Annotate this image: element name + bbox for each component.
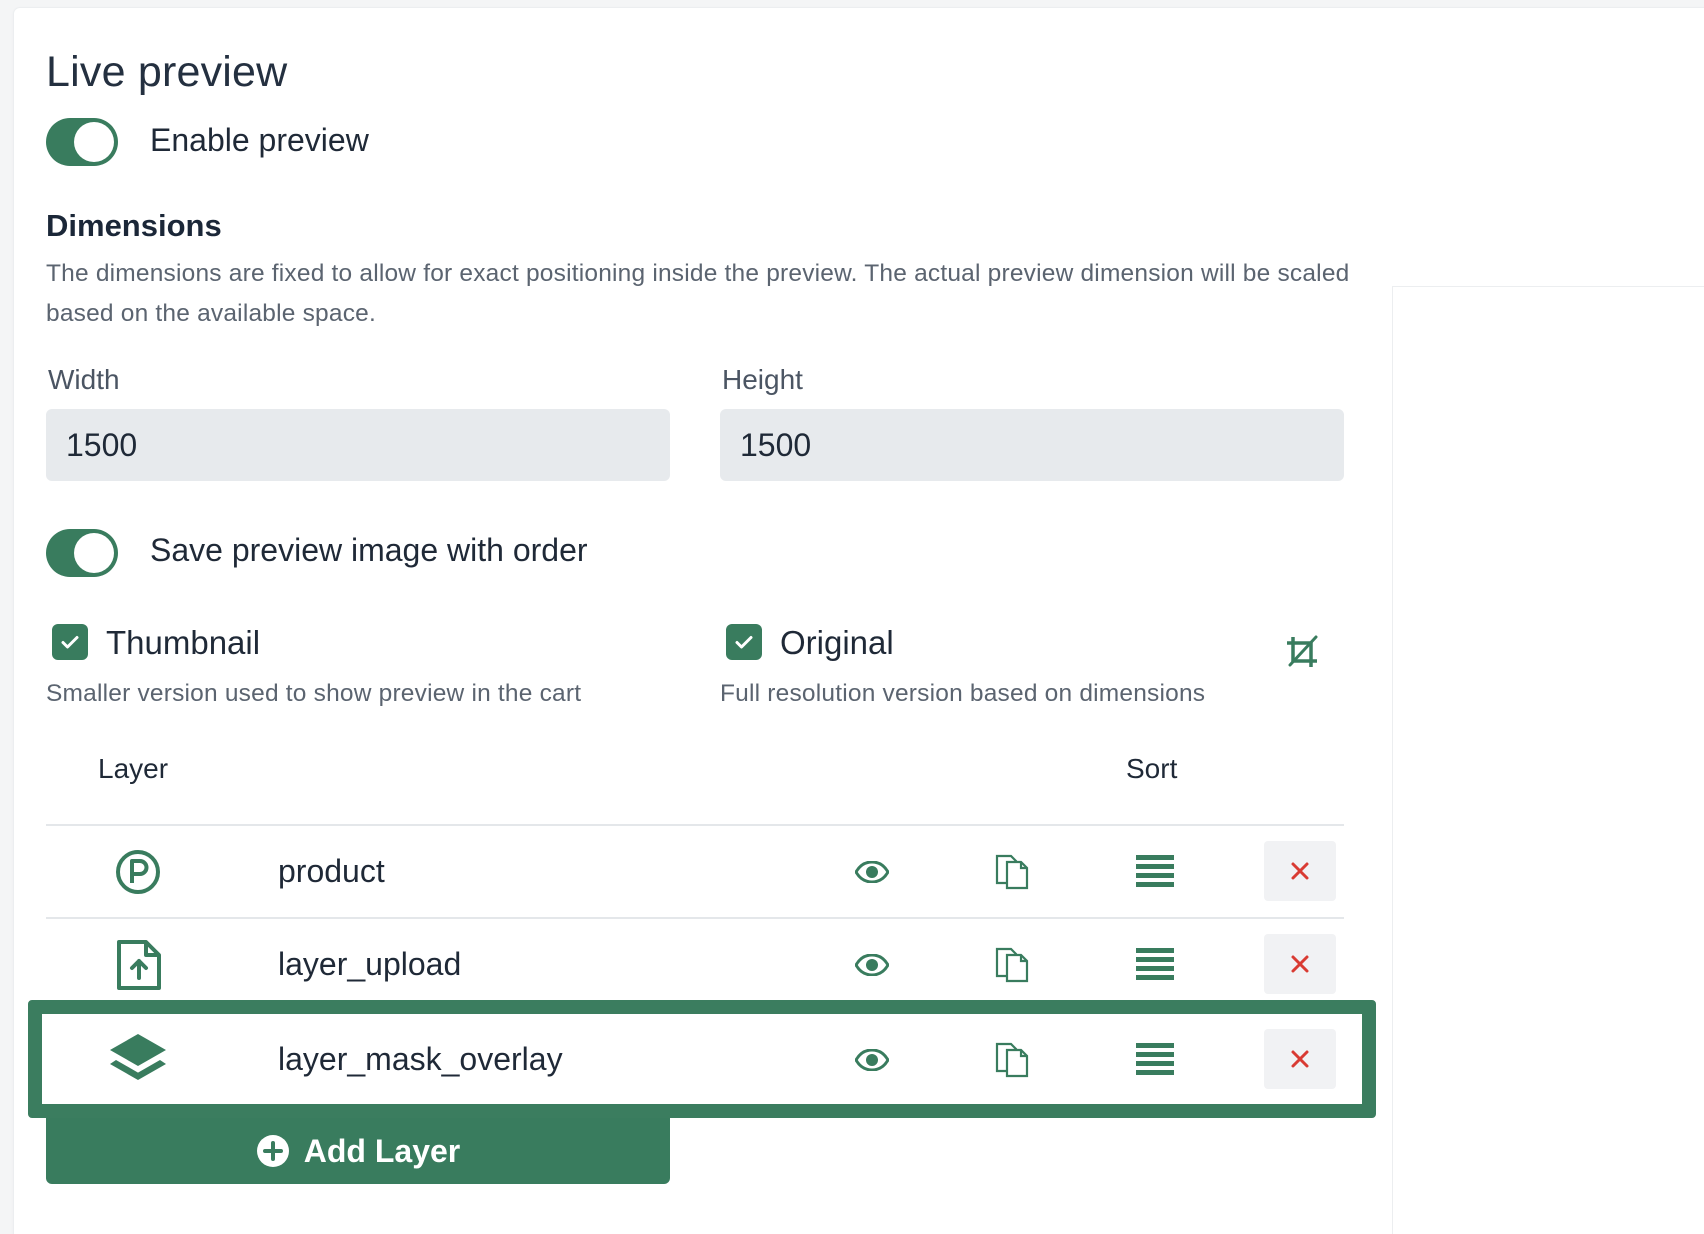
thumbnail-label: Thumbnail: [106, 624, 261, 661]
dimensions-description: The dimensions are fixed to allow for ex…: [46, 260, 1350, 327]
delete-button[interactable]: [1264, 841, 1336, 901]
delete-button[interactable]: [1264, 934, 1336, 994]
height-label: Height: [722, 364, 803, 395]
file-upload-icon: [117, 940, 161, 990]
layer-name: product: [278, 853, 385, 889]
product-p-icon: [116, 850, 160, 894]
width-input[interactable]: [46, 409, 670, 481]
crop-icon[interactable]: [1282, 632, 1324, 674]
drag-handle-icon[interactable]: [1136, 947, 1174, 981]
drag-handle-icon[interactable]: [1136, 1042, 1174, 1076]
close-icon: [1291, 1050, 1309, 1068]
save-preview-toggle[interactable]: [46, 529, 118, 577]
duplicate-icon[interactable]: [994, 1040, 1030, 1080]
layer-name: layer_upload: [278, 946, 462, 982]
table-row: layer_upload: [46, 919, 1344, 1010]
eye-icon[interactable]: [854, 854, 890, 890]
delete-button[interactable]: [1264, 1029, 1336, 1089]
duplicate-icon[interactable]: [994, 852, 1030, 892]
drag-handle-icon[interactable]: [1136, 854, 1174, 888]
table-row: layer_mask_overlay: [46, 1014, 1344, 1105]
column-header-sort: Sort: [1126, 753, 1178, 784]
plus-circle-icon: [256, 1135, 289, 1167]
table-row: product: [46, 826, 1344, 917]
original-checkbox[interactable]: [726, 624, 762, 660]
close-icon: [1291, 955, 1309, 973]
toggle-knob: [74, 533, 114, 573]
height-input[interactable]: [720, 409, 1344, 481]
enable-preview-label: Enable preview: [150, 122, 369, 158]
enable-preview-toggle[interactable]: [46, 118, 118, 166]
add-layer-button[interactable]: Add Layer: [46, 1118, 670, 1184]
check-icon: [61, 636, 79, 649]
duplicate-icon[interactable]: [994, 945, 1030, 985]
check-icon: [735, 636, 753, 649]
dimensions-title: Dimensions: [46, 208, 222, 243]
original-label: Original: [780, 624, 894, 661]
toggle-knob: [74, 122, 114, 162]
add-layer-label: Add Layer: [303, 1132, 461, 1169]
thumbnail-checkbox[interactable]: [52, 624, 88, 660]
layer-name: layer_mask_overlay: [278, 1041, 563, 1077]
layers-icon: [110, 1034, 166, 1080]
eye-icon[interactable]: [854, 1042, 890, 1078]
close-icon: [1291, 862, 1309, 880]
save-preview-label: Save preview image with order: [150, 532, 588, 568]
page-title: Live preview: [46, 48, 288, 96]
thumbnail-description: Smaller version used to show preview in …: [46, 680, 582, 707]
original-description: Full resolution version based on dimensi…: [720, 680, 1206, 707]
column-header-layer: Layer: [98, 753, 169, 784]
preview-panel: [1392, 286, 1704, 1234]
width-label: Width: [48, 364, 120, 395]
eye-icon[interactable]: [854, 947, 890, 983]
